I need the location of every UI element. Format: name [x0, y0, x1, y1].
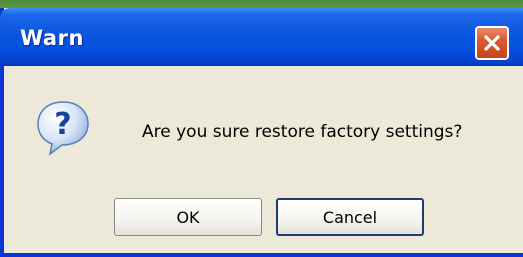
ok-button-label: OK — [176, 207, 200, 227]
close-button[interactable] — [475, 26, 509, 60]
ok-button[interactable]: OK — [114, 198, 262, 236]
title-bar[interactable]: Warn — [0, 8, 523, 66]
dialog-message: Are you sure restore factory settings? — [142, 122, 463, 142]
cancel-button-label: Cancel — [322, 207, 378, 227]
svg-text:?: ? — [54, 107, 71, 142]
question-icon: ? — [37, 101, 89, 156]
dialog-title: Warn — [20, 26, 84, 50]
warn-dialog: Warn ? Are you sure restore factory sett… — [0, 8, 523, 257]
close-icon — [484, 35, 500, 51]
cancel-button[interactable]: Cancel — [276, 198, 424, 236]
